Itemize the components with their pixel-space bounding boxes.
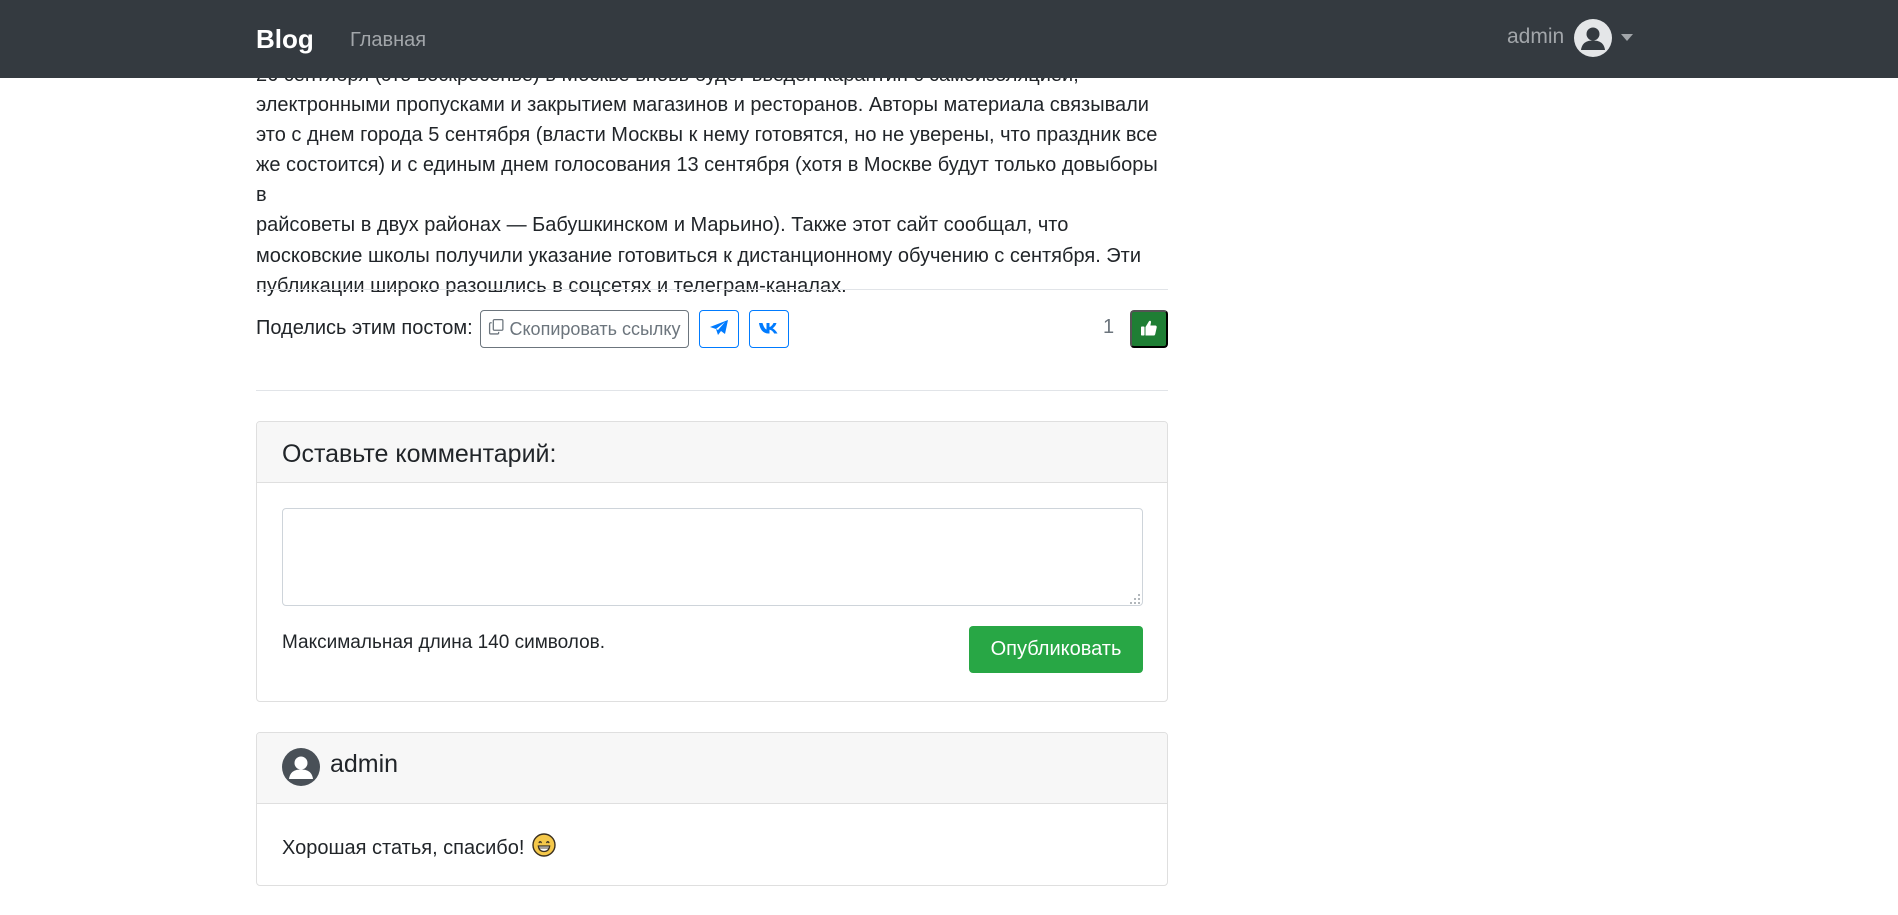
share-row: Поделись этим постом: Скопировать ссылку…: [256, 310, 1168, 349]
article-body: 26 сентября (это воскресенье) в Москве в…: [256, 60, 1168, 301]
user-menu-name[interactable]: admin: [1507, 25, 1564, 49]
article-line: электронными пропусками и закрытием мага…: [256, 94, 1149, 117]
brand-logo[interactable]: Blog: [256, 24, 314, 55]
comment-form-card: Оставьте комментарий: Максимальная длина…: [256, 421, 1168, 702]
telegram-share-button[interactable]: [699, 310, 739, 348]
grinning-face-icon: [532, 833, 557, 863]
copy-icon: [488, 318, 505, 340]
article-line: московские школы получили указание готов…: [256, 244, 1142, 267]
vk-icon: [758, 321, 780, 338]
article-line: публикации широко разошлись в соцсетях и…: [256, 274, 847, 297]
divider: [256, 390, 1168, 391]
comment-body: Хорошая статья, спасибо!: [282, 833, 557, 863]
nav-link-home[interactable]: Главная: [350, 29, 426, 52]
thumbs-up-icon: [1140, 319, 1158, 340]
like-button[interactable]: [1130, 310, 1168, 348]
divider: [256, 289, 1168, 290]
article-line: это с днем города 5 сентября (власти Мос…: [256, 124, 1158, 147]
avatar: [282, 748, 320, 786]
copy-link-button[interactable]: Скопировать ссылку: [480, 310, 689, 348]
user-avatar[interactable]: [1574, 19, 1612, 57]
comment-header: admin: [257, 733, 1167, 804]
max-length-hint: Максимальная длина 140 символов.: [282, 632, 606, 653]
like-count: 1: [1103, 316, 1115, 338]
copy-link-label: Скопировать ссылку: [509, 318, 681, 339]
comment-text: Хорошая статья, спасибо!: [282, 836, 525, 859]
chevron-down-icon[interactable]: [1621, 34, 1633, 41]
comment-author: admin: [330, 750, 399, 778]
comment-form-title: Оставьте комментарий:: [257, 422, 1167, 483]
vk-share-button[interactable]: [749, 310, 789, 348]
article-line: райсоветы в двух районах — Бабушкинском …: [256, 214, 1069, 237]
share-label: Поделись этим постом:: [256, 317, 473, 339]
navbar: Blog Главная admin: [0, 0, 1898, 78]
resize-grip-icon[interactable]: [1129, 592, 1141, 604]
comment-input[interactable]: [282, 508, 1143, 606]
publish-button[interactable]: Опубликовать: [969, 626, 1143, 673]
comment-card: admin Хорошая статья, спасибо!: [256, 732, 1168, 886]
telegram-icon: [709, 319, 729, 340]
article-line: же состоится) и с единым днем голосовани…: [256, 154, 1158, 207]
